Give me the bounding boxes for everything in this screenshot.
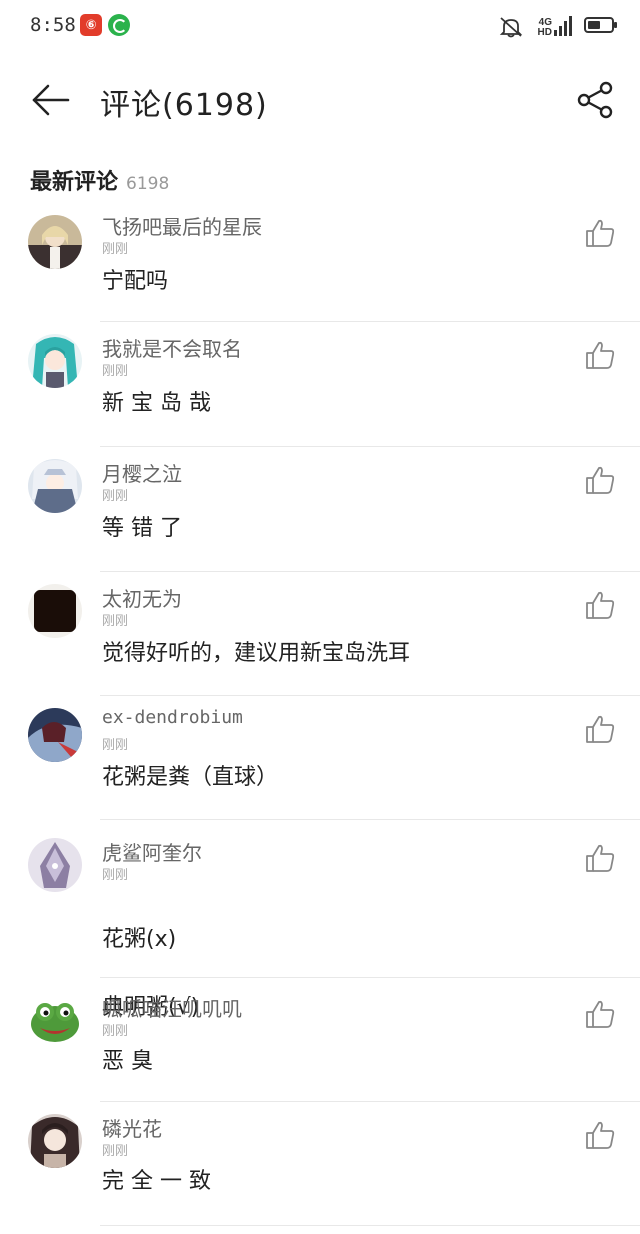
avatar[interactable] xyxy=(28,708,82,762)
notification-app-icon xyxy=(108,14,130,36)
thumbs-up-icon[interactable] xyxy=(584,842,616,874)
comment-time: 刚刚 xyxy=(102,1024,129,1039)
comment-author[interactable]: 虎鲨阿奎尔 xyxy=(102,837,202,866)
comment-count: 6198 xyxy=(126,174,170,194)
comment-time: 刚刚 xyxy=(102,242,129,257)
comment-item: ex-dendrobium 刚刚 花粥是粪（直球） xyxy=(0,696,640,820)
comment-text: 觉得好听的，建议用新宝岛洗耳 xyxy=(102,641,411,666)
comment-time: 刚刚 xyxy=(102,738,129,753)
comment-item: 我就是不会取名 刚刚 新 宝 岛 哉 xyxy=(0,322,640,447)
comment-time: 刚刚 xyxy=(102,364,129,379)
status-time: 8:58 xyxy=(30,14,76,36)
comment-text: 花粥是粪（直球） xyxy=(102,765,279,790)
comment-text-line: 花粥(x) xyxy=(102,927,177,952)
avatar[interactable] xyxy=(28,838,82,892)
comment-author[interactable]: 飞扬吧最后的星辰 xyxy=(102,211,262,240)
divider xyxy=(100,1225,640,1226)
avatar[interactable] xyxy=(28,1114,82,1168)
comment-time: 刚刚 xyxy=(102,1144,129,1159)
avatar[interactable] xyxy=(28,994,82,1048)
comment-item: 月樱之泣 刚刚 等 错 了 xyxy=(0,447,640,572)
battery-icon xyxy=(584,17,617,33)
header: 评论(6198) xyxy=(0,54,640,146)
network-label: 4G HD xyxy=(538,18,552,38)
avatar[interactable] xyxy=(28,334,82,388)
comment-item: 呱呱喵汪叽叽叽 刚刚 恶 臭 xyxy=(0,978,640,1102)
section-title: 最新评论 xyxy=(30,170,119,195)
avatar[interactable] xyxy=(28,215,82,269)
thumbs-up-icon[interactable] xyxy=(584,998,616,1030)
comment-author[interactable]: ex-dendrobium xyxy=(102,707,243,728)
comment-author[interactable]: 月樱之泣 xyxy=(102,458,182,487)
music-app-icon: ⑥ xyxy=(80,14,102,36)
signal-bars-icon xyxy=(554,16,572,36)
comment-list: 飞扬吧最后的星辰 刚刚 宁配吗 我就是不会取名 刚刚 新 宝 岛 哉 月樱之泣 … xyxy=(0,207,640,1226)
comment-author[interactable]: 我就是不会取名 xyxy=(102,333,242,362)
comment-author[interactable]: 磷光花 xyxy=(102,1113,162,1142)
comment-time: 刚刚 xyxy=(102,614,129,629)
comment-item: 磷光花 刚刚 完 全 一 致 xyxy=(0,1102,640,1226)
avatar[interactable] xyxy=(28,584,82,638)
comment-text: 完 全 一 致 xyxy=(102,1169,211,1194)
arrow-left-icon[interactable] xyxy=(30,80,70,120)
thumbs-up-icon[interactable] xyxy=(584,713,616,745)
comment-author[interactable]: 呱呱喵汪叽叽叽 xyxy=(102,993,242,1022)
comment-text: 恶 臭 xyxy=(102,1049,153,1074)
comment-text: 新 宝 岛 哉 xyxy=(102,391,211,416)
thumbs-up-icon[interactable] xyxy=(584,464,616,496)
avatar[interactable] xyxy=(28,459,82,513)
network-hd: HD xyxy=(537,27,552,38)
share-icon[interactable] xyxy=(576,80,616,120)
comment-text: 宁配吗 xyxy=(102,269,169,294)
page-title: 评论(6198) xyxy=(100,88,268,123)
thumbs-up-icon[interactable] xyxy=(584,339,616,371)
comment-time: 刚刚 xyxy=(102,489,129,504)
status-bar: 8:58 ⑥ 4G HD xyxy=(0,0,640,54)
thumbs-up-icon[interactable] xyxy=(584,589,616,621)
thumbs-up-icon[interactable] xyxy=(584,217,616,249)
thumbs-up-icon[interactable] xyxy=(584,1119,616,1151)
bell-off-icon xyxy=(499,17,523,38)
comment-time: 刚刚 xyxy=(102,868,129,883)
comment-item: 飞扬吧最后的星辰 刚刚 宁配吗 xyxy=(0,207,640,322)
comment-author[interactable]: 太初无为 xyxy=(102,583,182,612)
comment-item: 太初无为 刚刚 觉得好听的，建议用新宝岛洗耳 xyxy=(0,572,640,696)
section-header: 最新评论 6198 xyxy=(30,164,169,196)
comment-text: 等 错 了 xyxy=(102,516,182,541)
comment-item: 虎鲨阿奎尔 刚刚 花粥(x) 典明粥(√) xyxy=(0,820,640,1020)
